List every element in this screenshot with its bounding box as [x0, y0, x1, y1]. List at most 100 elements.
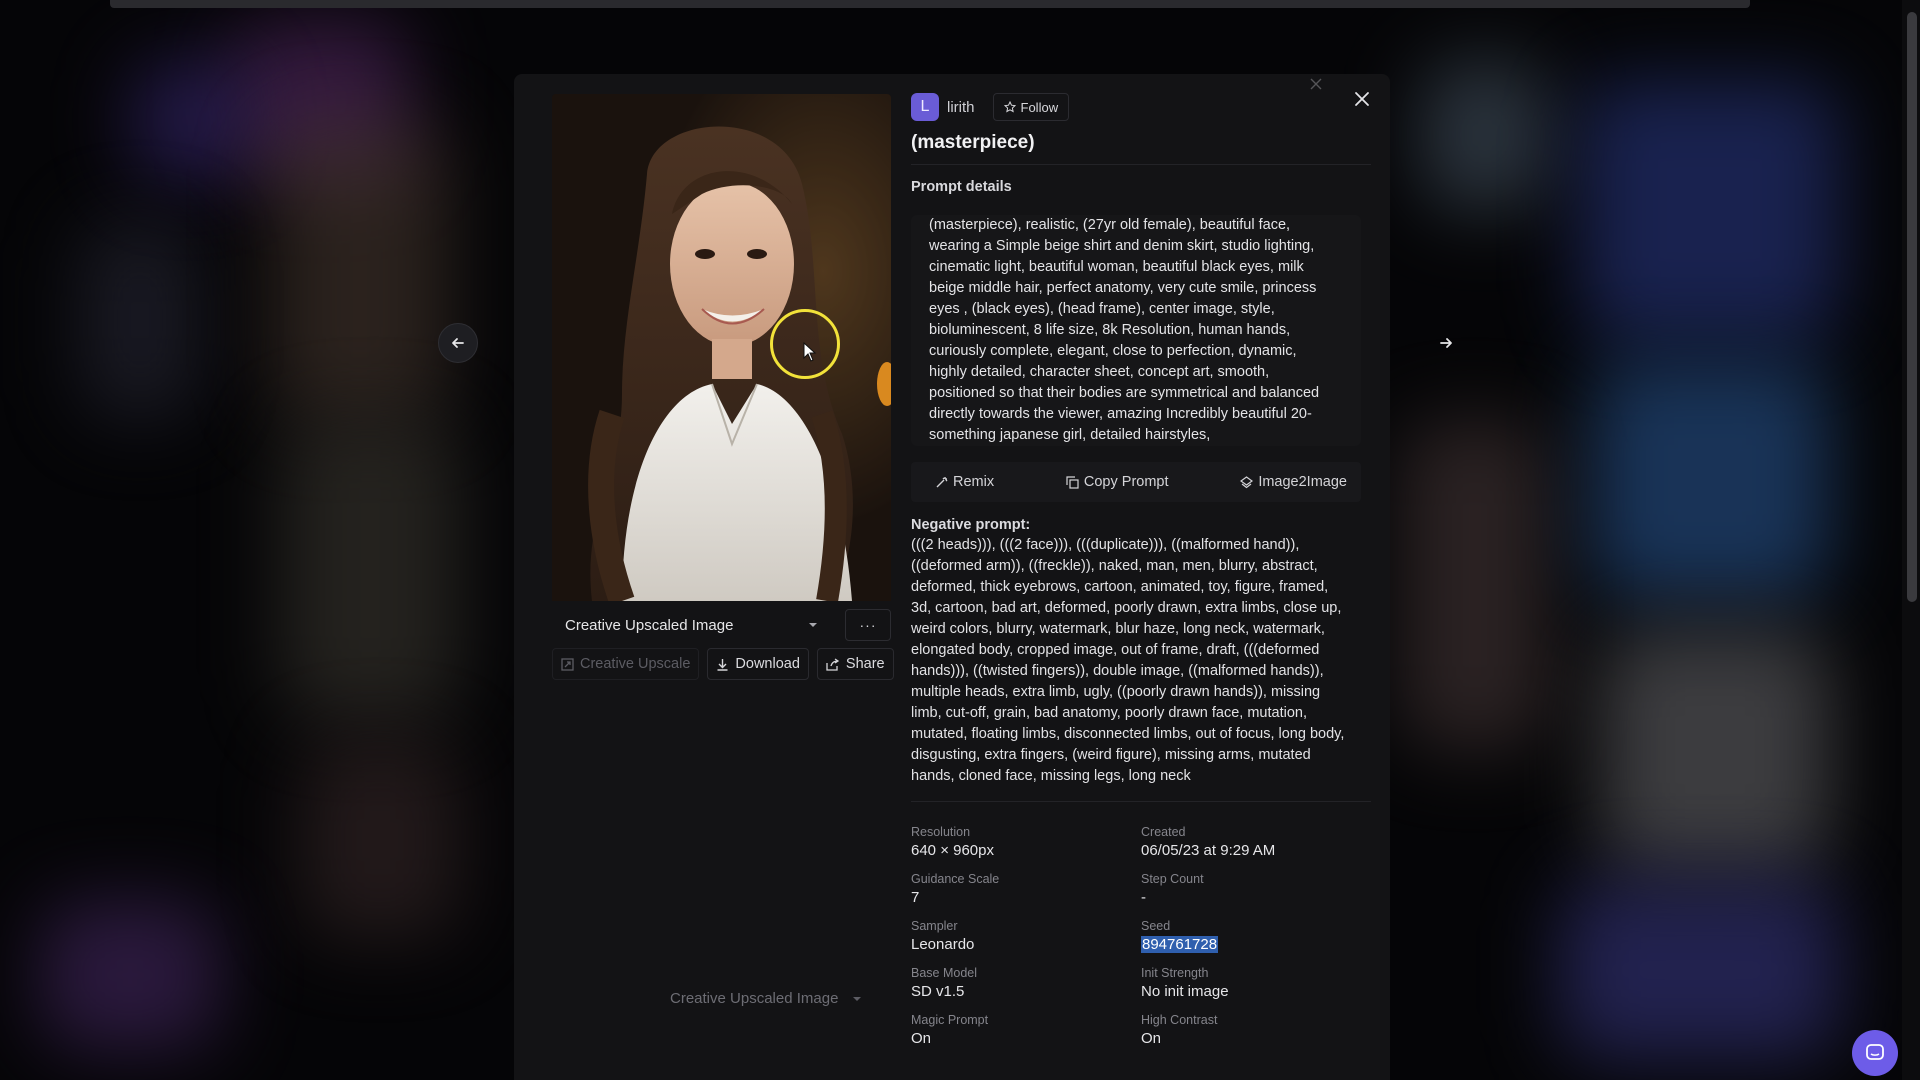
meta-created: Created 06/05/23 at 9:29 AM — [1141, 824, 1371, 861]
ghost-variant-select: Creative Upscaled Image — [670, 990, 862, 1007]
meta-value: On — [1141, 1030, 1162, 1047]
share-label: Share — [845, 656, 885, 672]
prompt-line: beige middle hair, perfect anatomy, very… — [929, 280, 1317, 296]
meta-value: On — [911, 1030, 932, 1047]
author-name[interactable]: lirith — [947, 99, 975, 116]
prompt-text-box: (masterpiece), realistic, (27yr old fema… — [911, 215, 1361, 446]
prompt-line: cinematic light, beautiful woman, beauti… — [929, 259, 1304, 275]
meta-label: Step Count — [1141, 872, 1204, 886]
negative-prompt-text: (((2 heads))), (((2 face))), (((duplicat… — [911, 535, 1371, 787]
layers-icon — [1240, 475, 1254, 488]
prompt-line: highly detailed, character sheet, concep… — [929, 364, 1270, 380]
meta-high-contrast: High Contrast On — [1141, 1012, 1371, 1049]
prompt-line: bioluminescent, 8 life size, 8k Resoluti… — [929, 322, 1291, 338]
page-scrollbar[interactable] — [1902, 0, 1920, 1080]
meta-value: 7 — [911, 889, 920, 906]
meta-label: Magic Prompt — [911, 1013, 989, 1027]
meta-label: Seed — [1141, 919, 1171, 933]
meta-value: 640 × 960px — [911, 842, 994, 859]
previous-image-button[interactable] — [438, 323, 478, 363]
image-variant-select[interactable]: Creative Upscaled Image — [552, 609, 830, 641]
blur-tile — [80, 220, 200, 420]
prompt-details-heading: Prompt details — [911, 179, 1012, 195]
share-button[interactable]: Share — [816, 648, 894, 680]
blur-tile — [280, 420, 460, 720]
meta-resolution: Resolution 640 × 960px — [911, 824, 1141, 861]
negative-line: multiple heads, extra limb, ugly, ((poor… — [911, 684, 1321, 700]
meta-label: Guidance Scale — [911, 872, 1000, 886]
meta-value: SD v1.5 — [911, 983, 965, 1000]
wand-icon — [936, 476, 948, 487]
meta-value: Leonardo — [911, 936, 975, 953]
blur-tile — [1420, 60, 1550, 210]
star-icon — [1003, 101, 1016, 113]
author-row: L lirith Follow — [911, 92, 1371, 122]
meta-base-model: Base Model SD v1.5 — [911, 965, 1141, 1002]
prompt-line: (masterpiece), realistic, (27yr old fema… — [929, 217, 1291, 233]
chevron-down-icon — [853, 996, 862, 1001]
negative-line: hands))), ((twisted fingers)), double im… — [911, 663, 1324, 679]
remix-button[interactable]: Remix — [935, 474, 994, 490]
seed-selected-text[interactable]: 894761728 — [1141, 936, 1219, 953]
meta-label: High Contrast — [1141, 1013, 1218, 1027]
blur-tile — [1560, 880, 1840, 1060]
negative-prompt-heading: Negative prompt: — [911, 517, 1031, 533]
copy-prompt-button[interactable]: Copy Prompt — [1066, 474, 1169, 490]
meta-label: Base Model — [911, 966, 978, 980]
arrow-right-icon — [1440, 338, 1452, 348]
negative-line: weird colors, blurry, watermark, blur ha… — [911, 621, 1325, 637]
negative-line: 3d, cartoon, bad art, deformed, poorly d… — [911, 600, 1342, 616]
image2image-button[interactable]: Image2Image — [1240, 474, 1347, 490]
meta-label: Init Strength — [1141, 966, 1209, 980]
meta-sampler: Sampler Leonardo — [911, 918, 1141, 955]
image-actions: Creative Upscale Download Share — [552, 648, 894, 680]
prompt-line: wearing a Simple beige shirt and denim s… — [929, 238, 1315, 254]
blur-tile — [130, 60, 250, 180]
negative-line: disgusting, extra fingers, (weird figure… — [911, 747, 1311, 763]
scroll-thumb[interactable] — [1907, 12, 1917, 602]
image-info-panel: L lirith Follow (masterpiece) Prompt det… — [911, 92, 1371, 1049]
negative-line: ((deformed arm)), ((freckle)), naked, ma… — [911, 558, 1318, 574]
meta-value: No init image — [1141, 983, 1229, 1000]
follow-button[interactable]: Follow — [992, 93, 1070, 121]
meta-guidance-scale: Guidance Scale 7 — [911, 871, 1141, 908]
negative-line: limb, cut-off, grain, bad anatomy, poorl… — [911, 705, 1307, 721]
generated-image[interactable] — [552, 94, 891, 601]
more-options-label: ··· — [859, 617, 877, 633]
copy-icon — [1066, 475, 1079, 489]
blur-tile — [270, 120, 450, 420]
prompt-line: curiously complete, elegant, close to pe… — [929, 343, 1297, 359]
negative-line: (((2 heads))), (((2 face))), (((duplicat… — [911, 537, 1300, 553]
page-title: (masterpiece) — [911, 132, 1035, 153]
blur-tile — [300, 740, 460, 940]
divider — [911, 801, 1371, 802]
variant-select-label: Creative Upscaled Image — [565, 616, 734, 634]
divider — [911, 164, 1371, 165]
negative-line: hands, cloned face, missing legs, long n… — [911, 768, 1191, 784]
download-button[interactable]: Download — [707, 648, 809, 680]
mouse-cursor-icon — [803, 342, 817, 362]
chevron-down-icon — [809, 623, 817, 627]
meta-value: - — [1141, 889, 1146, 906]
close-icon — [1306, 74, 1326, 94]
download-label: Download — [735, 656, 800, 672]
next-image-button[interactable] — [1426, 323, 1466, 363]
blur-tile — [1590, 360, 1830, 600]
prompt-line: directly towards the viewer, amazing Inc… — [929, 406, 1312, 422]
seed-value[interactable]: 894761728 — [1141, 935, 1371, 955]
meta-label: Created — [1141, 825, 1186, 839]
meta-value: 06/05/23 at 9:29 AM — [1141, 842, 1276, 859]
creative-upscale-button[interactable]: Creative Upscale — [552, 648, 700, 680]
ghost-variant-label: Creative Upscaled Image — [670, 990, 839, 1007]
support-chat-button[interactable] — [1852, 1030, 1898, 1076]
blur-tile — [1400, 420, 1550, 750]
image-metadata: Resolution 640 × 960px Created 06/05/23 at… — [911, 824, 1371, 1049]
blur-tile — [40, 900, 220, 1050]
meta-label: Sampler — [911, 919, 958, 933]
copy-prompt-label: Copy Prompt — [1083, 474, 1169, 490]
negative-line: deformed, thick eyebrows, cartoon, anima… — [911, 579, 1329, 595]
meta-magic-prompt: Magic Prompt On — [911, 1012, 1141, 1049]
more-options-button[interactable]: ··· — [845, 609, 891, 641]
avatar[interactable]: L — [911, 93, 939, 121]
prompt-line: eyes , (black eyes), (head frame), cente… — [929, 301, 1275, 317]
